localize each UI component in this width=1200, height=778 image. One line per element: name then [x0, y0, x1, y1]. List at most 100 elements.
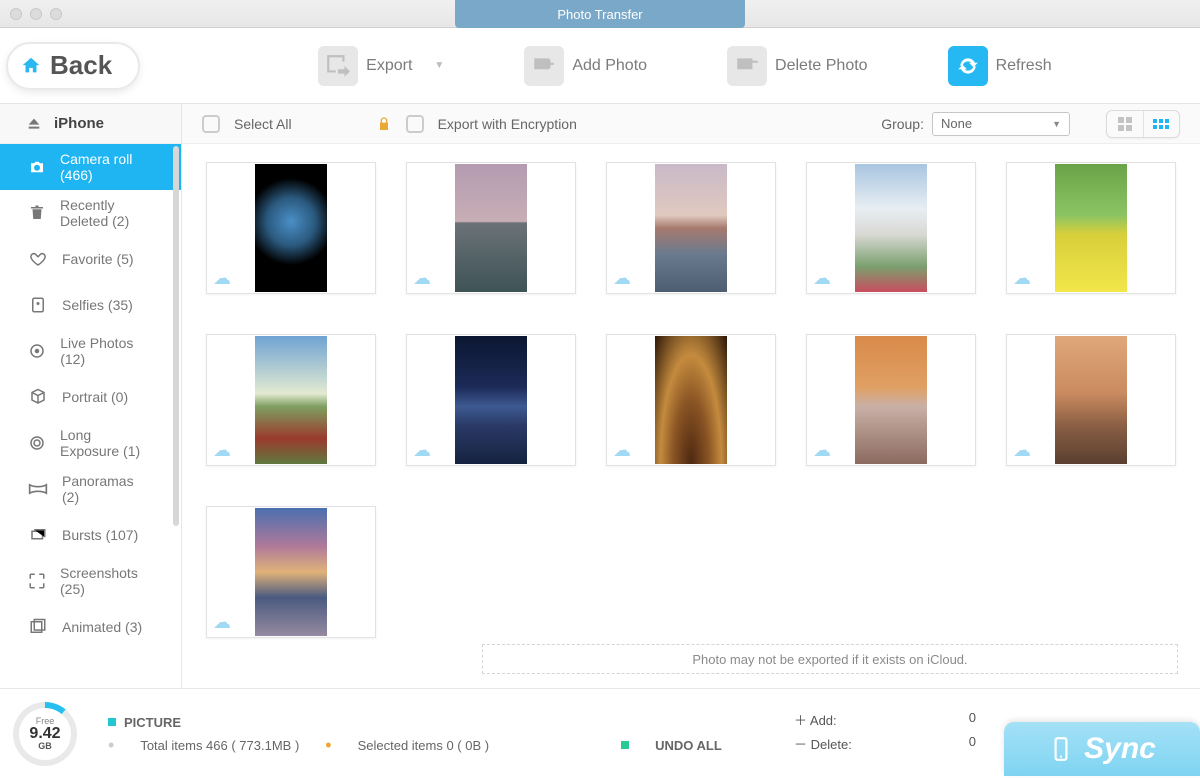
sidebar-item-long-exposure[interactable]: Long Exposure (1) — [0, 420, 181, 466]
cloud-icon: ☁ — [613, 268, 631, 289]
add-value: 0 — [969, 710, 976, 729]
photo-thumb[interactable]: ☁ — [206, 334, 376, 466]
cloud-icon: ☁ — [813, 440, 831, 461]
photo-thumb[interactable]: ☁ — [606, 162, 776, 294]
group-select[interactable]: None ▼ — [932, 112, 1070, 136]
delete-photo-icon — [727, 46, 767, 86]
sidebar-list: Camera roll (466) Recently Deleted (2) F… — [0, 144, 181, 688]
live-icon — [28, 341, 46, 361]
sidebar-item-label: Portrait (0) — [62, 389, 128, 405]
photo-thumb[interactable]: ☁ — [406, 162, 576, 294]
export-label: Export — [366, 57, 412, 75]
encrypt-checkbox[interactable] — [406, 115, 424, 133]
add-photo-button[interactable]: Add Photo — [524, 46, 647, 86]
phone-icon — [1048, 736, 1074, 762]
select-all-checkbox[interactable] — [202, 115, 220, 133]
sidebar-header: iPhone — [0, 104, 181, 144]
add-photo-icon — [524, 46, 564, 86]
delete-photo-label: Delete Photo — [775, 57, 868, 75]
sidebar-item-favorite[interactable]: Favorite (5) — [0, 236, 181, 282]
exposure-icon — [28, 433, 46, 453]
filter-bar: Select All Export with Encryption Group:… — [182, 104, 1200, 144]
heart-icon — [28, 249, 48, 269]
burst-icon — [28, 525, 48, 545]
eject-icon[interactable] — [26, 116, 42, 132]
group-label: Group: — [881, 116, 924, 132]
content: Select All Export with Encryption Group:… — [182, 104, 1200, 688]
back-button[interactable]: Back — [6, 42, 140, 90]
cloud-icon: ☁ — [213, 268, 231, 289]
photo-thumb[interactable]: ☁ — [806, 162, 976, 294]
device-name: iPhone — [54, 115, 104, 132]
sidebar-item-screenshots[interactable]: Screenshots (25) — [0, 558, 181, 604]
cube-icon — [28, 387, 48, 407]
view-small-grid[interactable] — [1144, 111, 1180, 137]
chevron-down-icon: ▼ — [1052, 119, 1061, 129]
photo-thumb[interactable]: ☁ — [406, 334, 576, 466]
delete-label: － Delete: — [794, 734, 852, 753]
sidebar-item-label: Favorite (5) — [62, 251, 134, 267]
view-toggle — [1106, 110, 1180, 138]
sidebar-item-label: Live Photos (12) — [60, 335, 153, 367]
chevron-down-icon: ▼ — [434, 60, 444, 71]
sidebar-item-label: Bursts (107) — [62, 527, 138, 543]
cloud-icon: ☁ — [413, 268, 431, 289]
photo-thumb[interactable]: ☁ — [1006, 162, 1176, 294]
refresh-button[interactable]: Refresh — [948, 46, 1052, 86]
zoom-dot[interactable] — [50, 8, 62, 20]
sidebar-item-label: Camera roll (466) — [60, 151, 153, 183]
sidebar-item-bursts[interactable]: Bursts (107) — [0, 512, 181, 558]
cloud-icon: ☁ — [413, 440, 431, 461]
cloud-icon: ☁ — [213, 612, 231, 633]
panorama-icon — [28, 479, 48, 499]
gauge-unit: GB — [38, 742, 52, 751]
camera-icon — [28, 157, 46, 177]
selected-items: Selected items 0 ( 0B ) — [358, 738, 490, 753]
delete-photo-button[interactable]: Delete Photo — [727, 46, 868, 86]
photo-thumb[interactable]: ☁ — [806, 334, 976, 466]
export-button[interactable]: Export ▼ — [318, 46, 444, 86]
photo-grid-area: ☁ ☁ ☁ ☁ ☁ ☁ ☁ ☁ ☁ ☁ ☁ Photo may not be exported if… — [182, 144, 1200, 688]
sidebar-item-label: Panoramas (2) — [62, 473, 153, 505]
add-photo-label: Add Photo — [572, 57, 647, 75]
photo-thumb[interactable]: ☁ — [206, 162, 376, 294]
home-icon — [20, 55, 42, 77]
cloud-icon: ☁ — [1013, 268, 1031, 289]
sidebar-scrollbar[interactable] — [173, 146, 179, 526]
total-items: Total items 466 ( 773.1MB ) — [140, 738, 299, 753]
toolbar: Back Export ▼ Add Photo Delete Photo Ref… — [0, 28, 1200, 104]
photo-thumb[interactable]: ☁ — [1006, 334, 1176, 466]
sidebar-item-live-photos[interactable]: Live Photos (12) — [0, 328, 181, 374]
export-icon — [318, 46, 358, 86]
add-label: ＋ Add: — [794, 710, 837, 729]
cloud-icon: ☁ — [613, 440, 631, 461]
close-dot[interactable] — [10, 8, 22, 20]
footer: Free 9.42 GB PICTURE • Total items 466 (… — [0, 688, 1200, 778]
sidebar-item-panoramas[interactable]: Panoramas (2) — [0, 466, 181, 512]
encrypt-label: Export with Encryption — [438, 116, 577, 132]
sidebar-item-camera-roll[interactable]: Camera roll (466) — [0, 144, 181, 190]
photo-thumb[interactable]: ☁ — [606, 334, 776, 466]
icloud-notice: Photo may not be exported if it exists o… — [482, 644, 1178, 674]
gauge-value: 9.42 — [29, 726, 60, 742]
screenshot-icon — [28, 571, 46, 591]
sidebar-item-animated[interactable]: Animated (3) — [0, 604, 181, 650]
minimize-dot[interactable] — [30, 8, 42, 20]
view-large-grid[interactable] — [1107, 111, 1144, 137]
sidebar-item-selfies[interactable]: Selfies (35) — [0, 282, 181, 328]
sync-button[interactable]: Sync — [1004, 722, 1200, 776]
animated-icon — [28, 617, 48, 637]
sync-label: Sync — [1084, 732, 1156, 766]
refresh-icon — [948, 46, 988, 86]
sidebar-item-label: Long Exposure (1) — [60, 427, 153, 459]
cloud-icon: ☁ — [1013, 440, 1031, 461]
sidebar-item-label: Selfies (35) — [62, 297, 133, 313]
sidebar-item-portrait[interactable]: Portrait (0) — [0, 374, 181, 420]
trash-icon — [28, 203, 46, 223]
photo-thumb[interactable]: ☁ — [206, 506, 376, 638]
group-value: None — [941, 116, 972, 131]
cloud-icon: ☁ — [213, 440, 231, 461]
undo-all-button[interactable]: UNDO ALL — [655, 738, 722, 753]
titlebar: Photo Transfer — [0, 0, 1200, 28]
sidebar-item-recently-deleted[interactable]: Recently Deleted (2) — [0, 190, 181, 236]
